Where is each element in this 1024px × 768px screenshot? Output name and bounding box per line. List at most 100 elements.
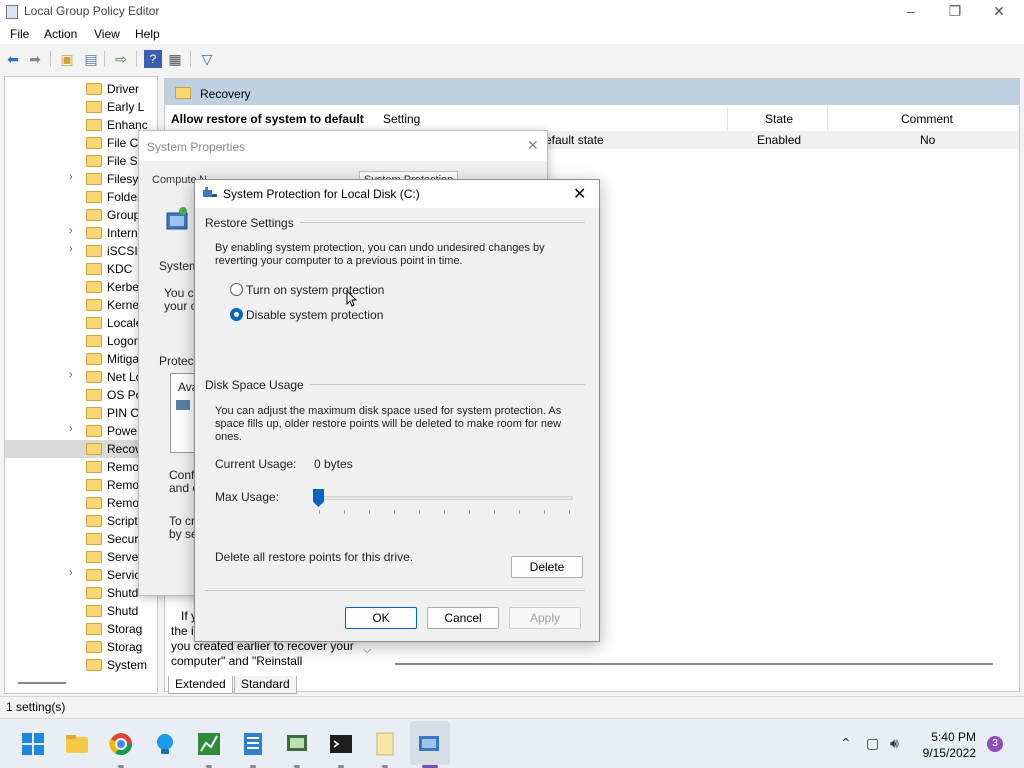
tree-item[interactable]: Server — [5, 548, 157, 566]
expand-chevron-icon[interactable]: › — [69, 567, 73, 579]
sysprop-text: System — [159, 259, 200, 273]
chrome-icon[interactable] — [108, 731, 134, 757]
tree-item[interactable]: Shutd — [5, 584, 157, 602]
chart-app-icon[interactable] — [196, 731, 222, 757]
expand-chevron-icon[interactable]: › — [69, 243, 73, 255]
menu-file[interactable]: File — [10, 27, 29, 41]
tree-item[interactable]: Kernel — [5, 296, 157, 314]
filter-icon[interactable]: ▽ — [198, 50, 216, 68]
details-horizontal-scrollbar[interactable] — [395, 663, 993, 665]
expand-chevron-icon[interactable]: › — [69, 171, 73, 183]
group-policy-taskbar-icon[interactable] — [284, 731, 310, 757]
help-icon[interactable]: ? — [144, 50, 162, 68]
tree-item[interactable]: Storag — [5, 620, 157, 638]
notes-document-icon[interactable] — [372, 731, 398, 757]
tree-item[interactable]: › Intern — [5, 224, 157, 242]
tree-item[interactable]: › iSCSI — [5, 242, 157, 260]
tree-item[interactable]: Enhanc — [5, 116, 157, 134]
gpedit-app-icon — [6, 5, 18, 19]
tree-item[interactable]: Mitiga — [5, 350, 157, 368]
disable-protection-radio[interactable] — [230, 308, 243, 321]
tree-item[interactable]: PIN Co — [5, 404, 157, 422]
tree-item[interactable]: KDC — [5, 260, 157, 278]
expand-chevron-icon[interactable]: › — [69, 369, 73, 381]
delete-button[interactable]: Delete — [511, 556, 583, 578]
clock-time[interactable]: 5:40 PM — [926, 730, 976, 744]
tree-item[interactable]: Recov — [5, 440, 157, 458]
tree-item[interactable]: Remo — [5, 458, 157, 476]
close-window-button[interactable]: ✕ — [976, 0, 1022, 24]
clock-date[interactable]: 9/15/2022 — [918, 746, 976, 760]
up-folder-icon[interactable]: ▣ — [58, 50, 76, 68]
system-protection-icon — [166, 207, 188, 230]
tree-item[interactable]: Folder — [5, 188, 157, 206]
column-header-setting[interactable]: Setting — [383, 112, 420, 126]
chevron-up-icon[interactable]: ⌃ — [840, 735, 852, 752]
tree-horizontal-scrollbar[interactable] — [18, 682, 66, 684]
system-properties-taskbar-icon[interactable] — [416, 731, 442, 757]
tree-item[interactable]: Remo — [5, 494, 157, 512]
tree-item[interactable]: › Filesys — [5, 170, 157, 188]
tree-pane[interactable]: Driver Early L Enhanc File Cl File Sh › Filesy… — [4, 76, 158, 694]
windows-start-icon[interactable] — [20, 731, 46, 757]
tab-computer-name[interactable]: Compute — [152, 174, 197, 186]
minimize-button[interactable]: – — [888, 0, 934, 24]
tree-item[interactable]: System — [5, 656, 157, 674]
tree-item[interactable]: Kerber — [5, 278, 157, 296]
max-usage-label: Max Usage: — [215, 490, 280, 504]
apply-button[interactable]: Apply — [509, 607, 581, 629]
tree-item[interactable]: File Cl — [5, 134, 157, 152]
menu-view[interactable]: View — [94, 27, 120, 41]
tab-extended[interactable]: Extended — [168, 676, 233, 694]
expand-chevron-icon[interactable]: › — [69, 225, 73, 237]
forward-arrow-icon[interactable]: ➡ — [26, 50, 44, 68]
command-prompt-icon[interactable] — [328, 731, 354, 757]
maximize-button[interactable]: ❐ — [932, 0, 978, 24]
file-explorer-icon[interactable] — [64, 731, 90, 757]
tips-bulb-icon[interactable] — [152, 731, 178, 757]
notification-badge[interactable]: 3 — [987, 736, 1003, 752]
sysprop-close-button[interactable]: ✕ — [527, 137, 539, 154]
tree-item[interactable]: Driver — [5, 80, 157, 98]
slider-tick — [369, 510, 370, 514]
menu-help[interactable]: Help — [135, 27, 160, 41]
dialog-close-button[interactable]: ✕ — [573, 184, 586, 204]
turn-on-protection-label[interactable]: Turn on system protection — [246, 283, 384, 297]
tree-item[interactable]: Shutd — [5, 602, 157, 620]
column-header-comment[interactable]: Comment — [901, 112, 953, 126]
tree-item[interactable]: Early L — [5, 98, 157, 116]
window-title: Local Group Policy Editor — [24, 4, 160, 18]
max-usage-slider-track[interactable] — [315, 496, 573, 500]
properties-icon[interactable]: ▦ — [166, 50, 184, 68]
network-icon[interactable]: ▢ — [866, 735, 879, 752]
tab-standard[interactable]: Standard — [234, 676, 297, 694]
notepad-icon[interactable] — [240, 731, 266, 757]
folder-icon — [86, 101, 102, 113]
max-usage-slider-thumb[interactable] — [313, 489, 324, 507]
policy-description-title: Allow restore of system to default — [171, 112, 364, 126]
show-hide-tree-icon[interactable]: ▤ — [82, 50, 100, 68]
back-arrow-icon[interactable]: ⬅ — [4, 50, 22, 68]
tree-item[interactable]: File Sh — [5, 152, 157, 170]
tree-item[interactable]: › Net Lo — [5, 368, 157, 386]
tree-item[interactable]: Securi — [5, 530, 157, 548]
tree-item[interactable]: Group — [5, 206, 157, 224]
tree-item[interactable]: OS Po — [5, 386, 157, 404]
cancel-button[interactable]: Cancel — [427, 607, 499, 629]
tree-item[interactable]: Storag — [5, 638, 157, 656]
disable-protection-label[interactable]: Disable system protection — [246, 308, 383, 322]
export-list-icon[interactable]: ⇨ — [112, 50, 130, 68]
chevron-down-icon[interactable]: ⌵ — [363, 644, 371, 657]
tree-item[interactable]: › Powe — [5, 422, 157, 440]
tree-item[interactable]: Logon — [5, 332, 157, 350]
tree-item[interactable]: Remo — [5, 476, 157, 494]
tree-item[interactable]: Locale — [5, 314, 157, 332]
menu-action[interactable]: Action — [44, 27, 77, 41]
tree-item[interactable]: Scripts — [5, 512, 157, 530]
volume-icon[interactable]: 🔊︎ — [890, 735, 899, 752]
turn-on-protection-radio[interactable] — [230, 283, 243, 296]
expand-chevron-icon[interactable]: › — [69, 423, 73, 435]
column-header-state[interactable]: State — [765, 112, 793, 126]
tree-item[interactable]: › Servic — [5, 566, 157, 584]
ok-button[interactable]: OK — [345, 607, 417, 629]
